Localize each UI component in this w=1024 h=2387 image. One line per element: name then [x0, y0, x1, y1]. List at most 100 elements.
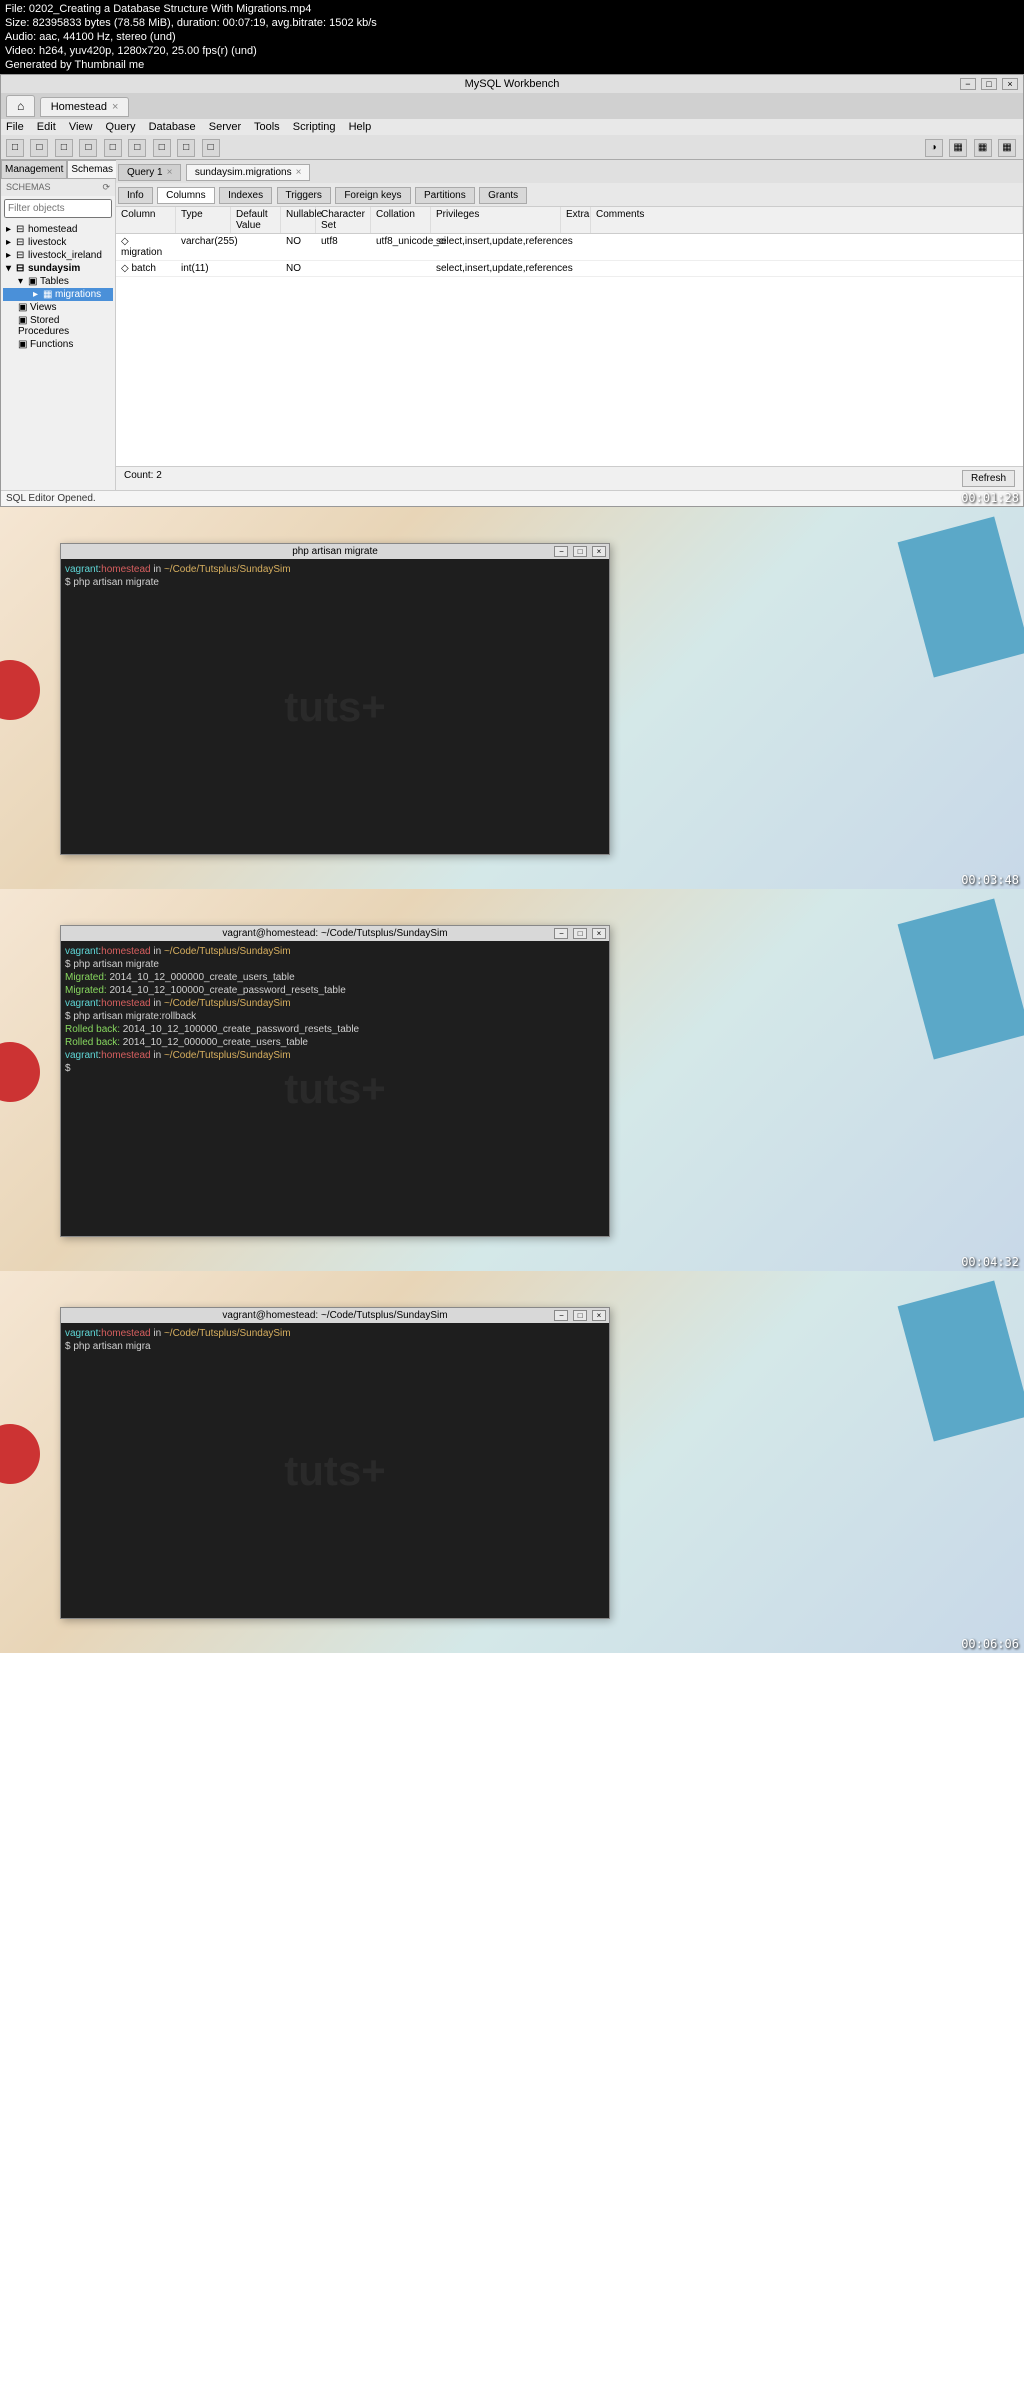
minimize-button[interactable]: − — [554, 928, 568, 939]
database-icon: ⊟ — [16, 237, 28, 248]
database-icon: ⊟ — [16, 224, 28, 235]
toolbar-table-icon[interactable]: □ — [79, 139, 97, 157]
menu-database[interactable]: Database — [149, 121, 196, 133]
schemas-refresh-icon[interactable]: ⟳ — [102, 182, 110, 193]
terminal-content[interactable]: tuts+ vagrant:homestead in ~/Code/Tutspl… — [61, 559, 609, 854]
timestamp-overlay: 00:03:48 — [961, 873, 1019, 887]
tree-item-views[interactable]: ▣Views — [3, 301, 113, 314]
terminal-titlebar: vagrant@homestead: ~/Code/Tutsplus/Sunda… — [61, 926, 609, 941]
watermark: tuts+ — [284, 683, 386, 731]
toolbar-view-icon[interactable]: □ — [104, 139, 122, 157]
close-icon[interactable]: × — [167, 167, 173, 178]
tree-item-sundaysim[interactable]: ▾⊟sundaysim — [3, 262, 113, 275]
toolbar-reconnect-icon[interactable]: □ — [202, 139, 220, 157]
terminal-line: Rolled back: 2014_10_12_000000_create_us… — [65, 1036, 605, 1049]
connection-tabs: ⌂ Homestead× — [1, 93, 1023, 119]
terminal-content[interactable]: tuts+ vagrant:homestead in ~/Code/Tutspl… — [61, 1323, 609, 1618]
table-row[interactable]: ◇ migration varchar(255) NO utf8 utf8_un… — [116, 234, 1023, 261]
subtab-columns[interactable]: Columns — [157, 187, 214, 204]
subtab-indexes[interactable]: Indexes — [219, 187, 272, 204]
tab-migrations[interactable]: sundaysim.migrations× — [186, 164, 311, 181]
header-charset[interactable]: Character Set — [316, 207, 371, 233]
tree-item-stored[interactable]: ▣Stored Procedures — [3, 314, 113, 338]
subtab-grants[interactable]: Grants — [479, 187, 527, 204]
terminal-line: vagrant:homestead in ~/Code/Tutsplus/Sun… — [65, 563, 605, 576]
close-button[interactable]: × — [1002, 78, 1018, 90]
toolbar-open-sql-icon[interactable]: □ — [30, 139, 48, 157]
tree-item-homestead[interactable]: ▸⊟homestead — [3, 223, 113, 236]
terminal-title: php artisan migrate — [292, 546, 378, 557]
menu-tools[interactable]: Tools — [254, 121, 280, 133]
header-collation[interactable]: Collation — [371, 207, 431, 233]
header-privileges[interactable]: Privileges — [431, 207, 561, 233]
header-type[interactable]: Type — [176, 207, 231, 233]
menu-server[interactable]: Server — [209, 121, 241, 133]
tree-item-livestock[interactable]: ▸⊟livestock — [3, 236, 113, 249]
maximize-button[interactable]: □ — [981, 78, 997, 90]
maximize-button[interactable]: □ — [573, 1310, 587, 1321]
toolbar-panel2-icon[interactable]: ▦ — [974, 139, 992, 157]
refresh-button[interactable]: Refresh — [962, 470, 1015, 487]
terminal-content[interactable]: tuts+ vagrant:homestead in ~/Code/Tutspl… — [61, 941, 609, 1236]
timestamp-overlay: 00:06:06 — [961, 1637, 1019, 1651]
terminal-line: vagrant:homestead in ~/Code/Tutsplus/Sun… — [65, 1049, 605, 1062]
minimize-button[interactable]: − — [554, 546, 568, 557]
toolbar-new-sql-icon[interactable]: □ — [6, 139, 24, 157]
home-tab[interactable]: ⌂ — [6, 95, 35, 117]
tree-item-migrations[interactable]: ▸▦migrations — [3, 288, 113, 301]
maximize-button[interactable]: □ — [573, 546, 587, 557]
toolbar-func-icon[interactable]: □ — [153, 139, 171, 157]
toolbar-panel3-icon[interactable]: ▦ — [998, 139, 1016, 157]
menu-edit[interactable]: Edit — [37, 121, 56, 133]
maximize-button[interactable]: □ — [573, 928, 587, 939]
desktop-background: vagrant@homestead: ~/Code/Tutsplus/Sunda… — [0, 889, 1024, 1271]
file-audio: Audio: aac, 44100 Hz, stereo (und) — [5, 30, 1019, 44]
terminal-line: $ php artisan migrate:rollback — [65, 1010, 605, 1023]
table-row[interactable]: ◇ batch int(11) NO select,insert,update,… — [116, 261, 1023, 277]
close-button[interactable]: × — [592, 1310, 606, 1321]
tree-item-tables[interactable]: ▾▣Tables — [3, 275, 113, 288]
schema-tree: ▸⊟homestead ▸⊟livestock ▸⊟livestock_irel… — [1, 221, 115, 353]
terminal-window: vagrant@homestead: ~/Code/Tutsplus/Sunda… — [60, 925, 610, 1237]
menu-view[interactable]: View — [69, 121, 93, 133]
subtab-partitions[interactable]: Partitions — [415, 187, 475, 204]
terminal-window: php artisan migrate − □ × tuts+ vagrant:… — [60, 543, 610, 855]
close-icon[interactable]: × — [112, 101, 118, 113]
menu-query[interactable]: Query — [106, 121, 136, 133]
subtab-info[interactable]: Info — [118, 187, 153, 204]
filter-input[interactable] — [4, 199, 112, 218]
toolbar-search-icon[interactable]: □ — [177, 139, 195, 157]
database-icon: ⊟ — [16, 250, 28, 261]
close-icon[interactable]: × — [296, 167, 302, 178]
tab-schemas[interactable]: Schemas — [67, 160, 117, 179]
subtab-triggers[interactable]: Triggers — [277, 187, 331, 204]
tab-query1[interactable]: Query 1× — [118, 164, 181, 181]
connection-tab-homestead[interactable]: Homestead× — [40, 97, 130, 117]
tree-item-functions[interactable]: ▣Functions — [3, 338, 113, 351]
tab-management[interactable]: Management — [1, 160, 67, 179]
folder-icon: ▣ — [28, 276, 40, 287]
terminal-titlebar: php artisan migrate − □ × — [61, 544, 609, 559]
minimize-button[interactable]: − — [554, 1310, 568, 1321]
subtab-foreign-keys[interactable]: Foreign keys — [335, 187, 410, 204]
header-column[interactable]: Column — [116, 207, 176, 233]
menu-help[interactable]: Help — [349, 121, 372, 133]
toolbar-proc-icon[interactable]: □ — [128, 139, 146, 157]
menu-file[interactable]: File — [6, 121, 24, 133]
close-button[interactable]: × — [592, 928, 606, 939]
toolbar-stop-icon[interactable]: ◑ — [925, 139, 943, 157]
terminal-line: Migrated: 2014_10_12_100000_create_passw… — [65, 984, 605, 997]
menu-scripting[interactable]: Scripting — [293, 121, 336, 133]
header-nullable[interactable]: Nullable — [281, 207, 316, 233]
minimize-button[interactable]: − — [960, 78, 976, 90]
close-button[interactable]: × — [592, 546, 606, 557]
toolbar-inspector-icon[interactable]: □ — [55, 139, 73, 157]
database-icon: ⊟ — [16, 263, 28, 274]
timestamp-overlay: 00:01:28 — [961, 491, 1019, 505]
toolbar-panel1-icon[interactable]: ▦ — [949, 139, 967, 157]
header-comments[interactable]: Comments — [591, 207, 1023, 233]
header-default[interactable]: Default Value — [231, 207, 281, 233]
desktop-background: php artisan migrate − □ × tuts+ vagrant:… — [0, 507, 1024, 889]
tree-item-livestock-ireland[interactable]: ▸⊟livestock_ireland — [3, 249, 113, 262]
header-extra[interactable]: Extra — [561, 207, 591, 233]
